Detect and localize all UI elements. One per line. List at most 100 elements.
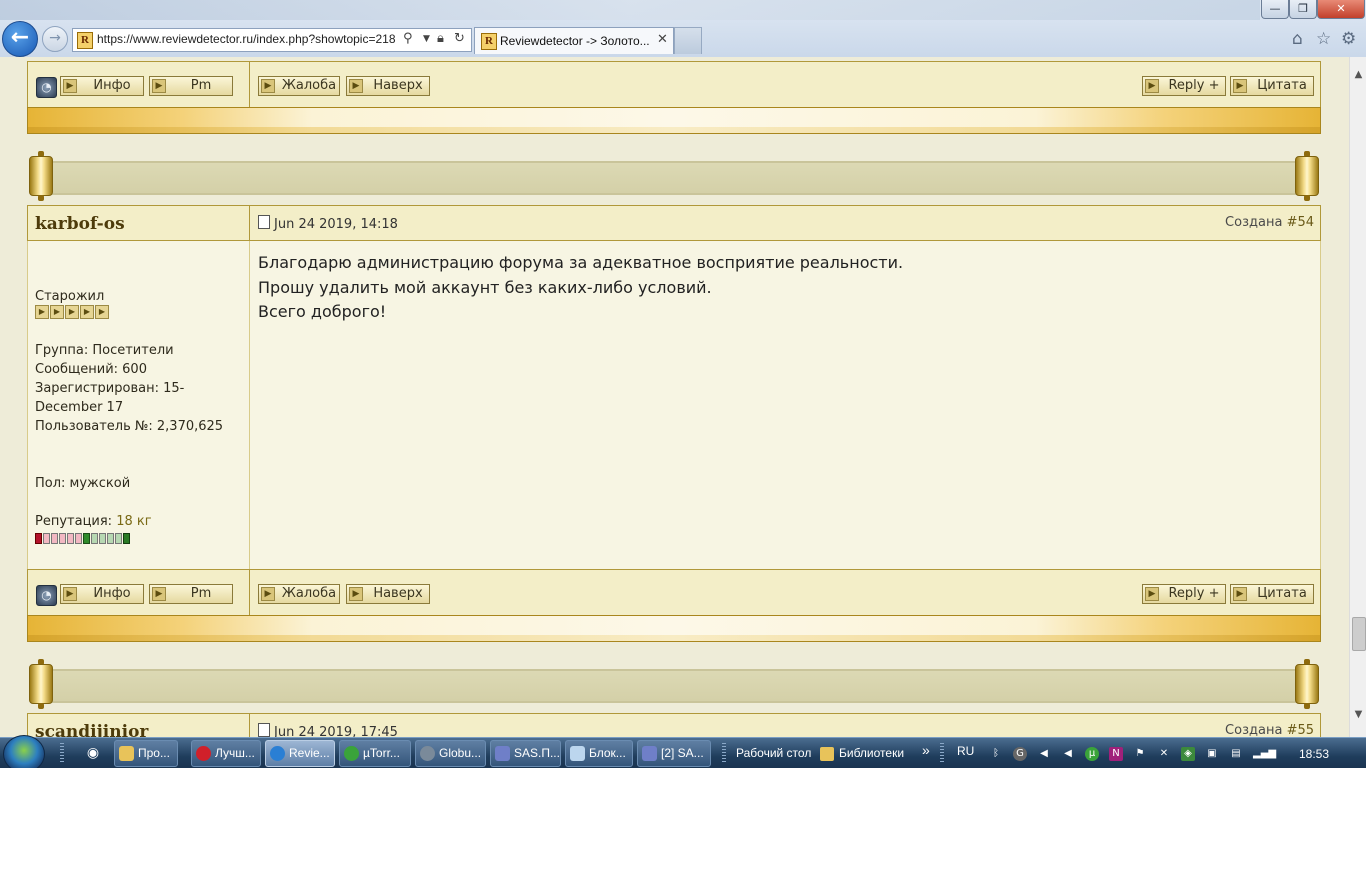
url-text[interactable]: https://www.reviewdetector.ru/index.php?… — [97, 32, 399, 46]
toolbar-chevron[interactable]: » — [922, 742, 930, 758]
reply-button[interactable]: ▶ Reply + — [1142, 76, 1226, 96]
info-button-label: Инфо — [93, 78, 131, 93]
rep-cell — [43, 533, 50, 544]
favorites-star-icon[interactable]: ☆ — [1316, 29, 1331, 49]
taskbar-item-sas[interactable]: SAS.П... — [490, 740, 561, 767]
lock-icon[interactable]: 🔒︎ — [437, 31, 444, 46]
scroll-up-icon[interactable]: ▲ — [1350, 69, 1366, 80]
info-button[interactable]: ▶ Инфо — [60, 76, 144, 96]
post-author[interactable]: scandijinior — [35, 722, 148, 737]
taskbar-item-explorer[interactable]: Про... — [114, 740, 178, 767]
taskbar-item-utorrent[interactable]: µTorr... — [339, 740, 411, 767]
speaker-icon[interactable]: ◀ — [1061, 747, 1075, 761]
start-button[interactable] — [3, 735, 45, 768]
gold-separator — [27, 107, 1321, 134]
desktop-toolbar-link[interactable]: Рабочий стол — [736, 746, 811, 760]
pm-button[interactable]: ▶ Pm — [149, 584, 233, 604]
taskbar-grip — [940, 743, 944, 764]
post-actions-bar: ◔ ▶ Инфо ▶ Pm ▶ Жалоба ▶ Наверх ▶ Reply + ▶ Ци… — [27, 569, 1321, 616]
pm-button-label: Pm — [190, 78, 212, 93]
taskbar-item-notepad[interactable]: Блок... — [565, 740, 633, 767]
network-tools-icon[interactable]: ✕ — [1157, 747, 1171, 761]
back-button[interactable]: ← — [2, 21, 38, 57]
rep-minus-icon[interactable] — [35, 533, 42, 544]
bluetooth-icon[interactable]: ᛒ — [989, 747, 1003, 761]
rep-cell — [67, 533, 74, 544]
scroll-down-icon[interactable]: ▼ — [1350, 709, 1366, 720]
g-app-icon[interactable]: G — [1013, 747, 1027, 761]
new-tab-button[interactable] — [674, 27, 702, 54]
refresh-icon[interactable]: ↻ — [454, 31, 465, 46]
taskbar-item-opera[interactable]: Лучш... — [191, 740, 261, 767]
onenote-icon[interactable]: N — [1109, 747, 1123, 761]
chrome-icon[interactable]: ◉ — [81, 742, 105, 764]
minimize-button[interactable]: — — [1261, 0, 1289, 19]
utorrent-tray-icon[interactable]: µ — [1085, 747, 1099, 761]
address-bar[interactable]: R https://www.reviewdetector.ru/index.ph… — [72, 28, 472, 52]
dropdown-arrow-icon[interactable]: ▼ — [423, 34, 430, 44]
message-line: Благодарю администрацию форума за адеква… — [258, 253, 904, 272]
scroll-divider — [27, 659, 1321, 709]
post-date: Jun 24 2019, 14:18 — [274, 217, 398, 232]
forward-button[interactable]: → — [42, 26, 68, 52]
user-number: Пользователь №: 2,370,625 — [35, 419, 224, 434]
device-icon[interactable]: ▣ — [1205, 747, 1219, 761]
pm-button[interactable]: ▶ Pm — [149, 76, 233, 96]
rank-pip-icon: ▶ — [50, 305, 64, 319]
browser-tab[interactable]: R Reviewdetector -> Золото... ✕ — [474, 27, 674, 54]
post-number-link[interactable]: #54 — [1287, 215, 1314, 230]
reply-button-label: Reply + — [1168, 78, 1220, 93]
rep-plus-icon[interactable] — [123, 533, 130, 544]
taskbar: ◉ Про... Лучш... Revie... µTorr... Globu… — [0, 735, 1366, 768]
display-icon[interactable]: ▤ — [1229, 747, 1243, 761]
taskbar-clock[interactable]: 18:53 — [1299, 747, 1329, 761]
scrollbar-thumb[interactable] — [1352, 617, 1366, 651]
close-window-button[interactable]: ✕ — [1317, 0, 1365, 19]
post-actions-bar: ◔ ▶ Инфо ▶ Pm ▶ Жалоба ▶ Наверх ▶ Reply + ▶ Ци… — [27, 61, 1321, 108]
info-button[interactable]: ▶ Инфо — [60, 584, 144, 604]
libraries-toolbar-link[interactable]: Библиотеки — [839, 746, 904, 760]
taskbar-item-globus[interactable]: Globu... — [415, 740, 486, 767]
speaker-muted-icon[interactable]: ◀ — [1037, 747, 1051, 761]
complaint-button[interactable]: ▶ Жалоба — [258, 76, 340, 96]
ie-icon — [270, 746, 285, 761]
action-center-flag-icon[interactable]: ⚑ — [1133, 747, 1147, 761]
vertical-scrollbar[interactable]: ▲ ▼ — [1349, 57, 1366, 737]
arrow-icon: ▶ — [152, 79, 166, 93]
home-icon[interactable]: ⌂ — [1292, 29, 1303, 49]
info-button-label: Инфо — [93, 586, 131, 601]
settings-gear-icon[interactable]: ⚙ — [1341, 29, 1356, 49]
arrow-icon: ▶ — [152, 587, 166, 601]
quote-button[interactable]: ▶ Цитата — [1230, 76, 1314, 96]
to-top-button[interactable]: ▶ Наверх — [346, 584, 430, 604]
taskbar-item-sas-2[interactable]: [2] SA... — [637, 740, 711, 767]
language-indicator[interactable]: RU — [957, 744, 974, 758]
reputation-label: Репутация: — [35, 514, 113, 529]
post-number: Создана #55 — [1225, 723, 1314, 737]
tab-favicon-icon: R — [481, 33, 497, 50]
created-label: Создана — [1225, 215, 1283, 230]
post-author[interactable]: karbof-os — [35, 214, 125, 234]
rank-pips: ▶ ▶ ▶ ▶ ▶ — [35, 305, 110, 319]
close-tab-icon[interactable]: ✕ — [657, 32, 668, 47]
signal-strength-icon[interactable]: ▂▄▆ — [1253, 747, 1276, 761]
quote-button[interactable]: ▶ Цитата — [1230, 584, 1314, 604]
to-top-button[interactable]: ▶ Наверх — [346, 76, 430, 96]
rep-cell — [99, 533, 106, 544]
reply-button[interactable]: ▶ Reply + — [1142, 584, 1226, 604]
taskbar-item-ie[interactable]: Revie... — [265, 740, 335, 767]
complaint-button[interactable]: ▶ Жалоба — [258, 584, 340, 604]
post-icon — [258, 215, 270, 229]
taskbar-item-label: Блок... — [589, 746, 626, 760]
taskbar-grip — [722, 743, 726, 764]
maximize-button[interactable]: ❐ — [1289, 0, 1317, 19]
search-icon[interactable]: ⚲ — [403, 31, 413, 46]
column-divider — [249, 570, 250, 615]
post-number-link[interactable]: #55 — [1287, 723, 1314, 737]
post-icon — [258, 723, 270, 737]
gold-separator — [27, 615, 1321, 642]
scroll-roll-left-icon — [27, 659, 55, 709]
user-rank: Старожил — [35, 289, 105, 304]
taskbar-item-label: µTorr... — [363, 746, 400, 760]
security-shield-icon[interactable]: ◈ — [1181, 747, 1195, 761]
